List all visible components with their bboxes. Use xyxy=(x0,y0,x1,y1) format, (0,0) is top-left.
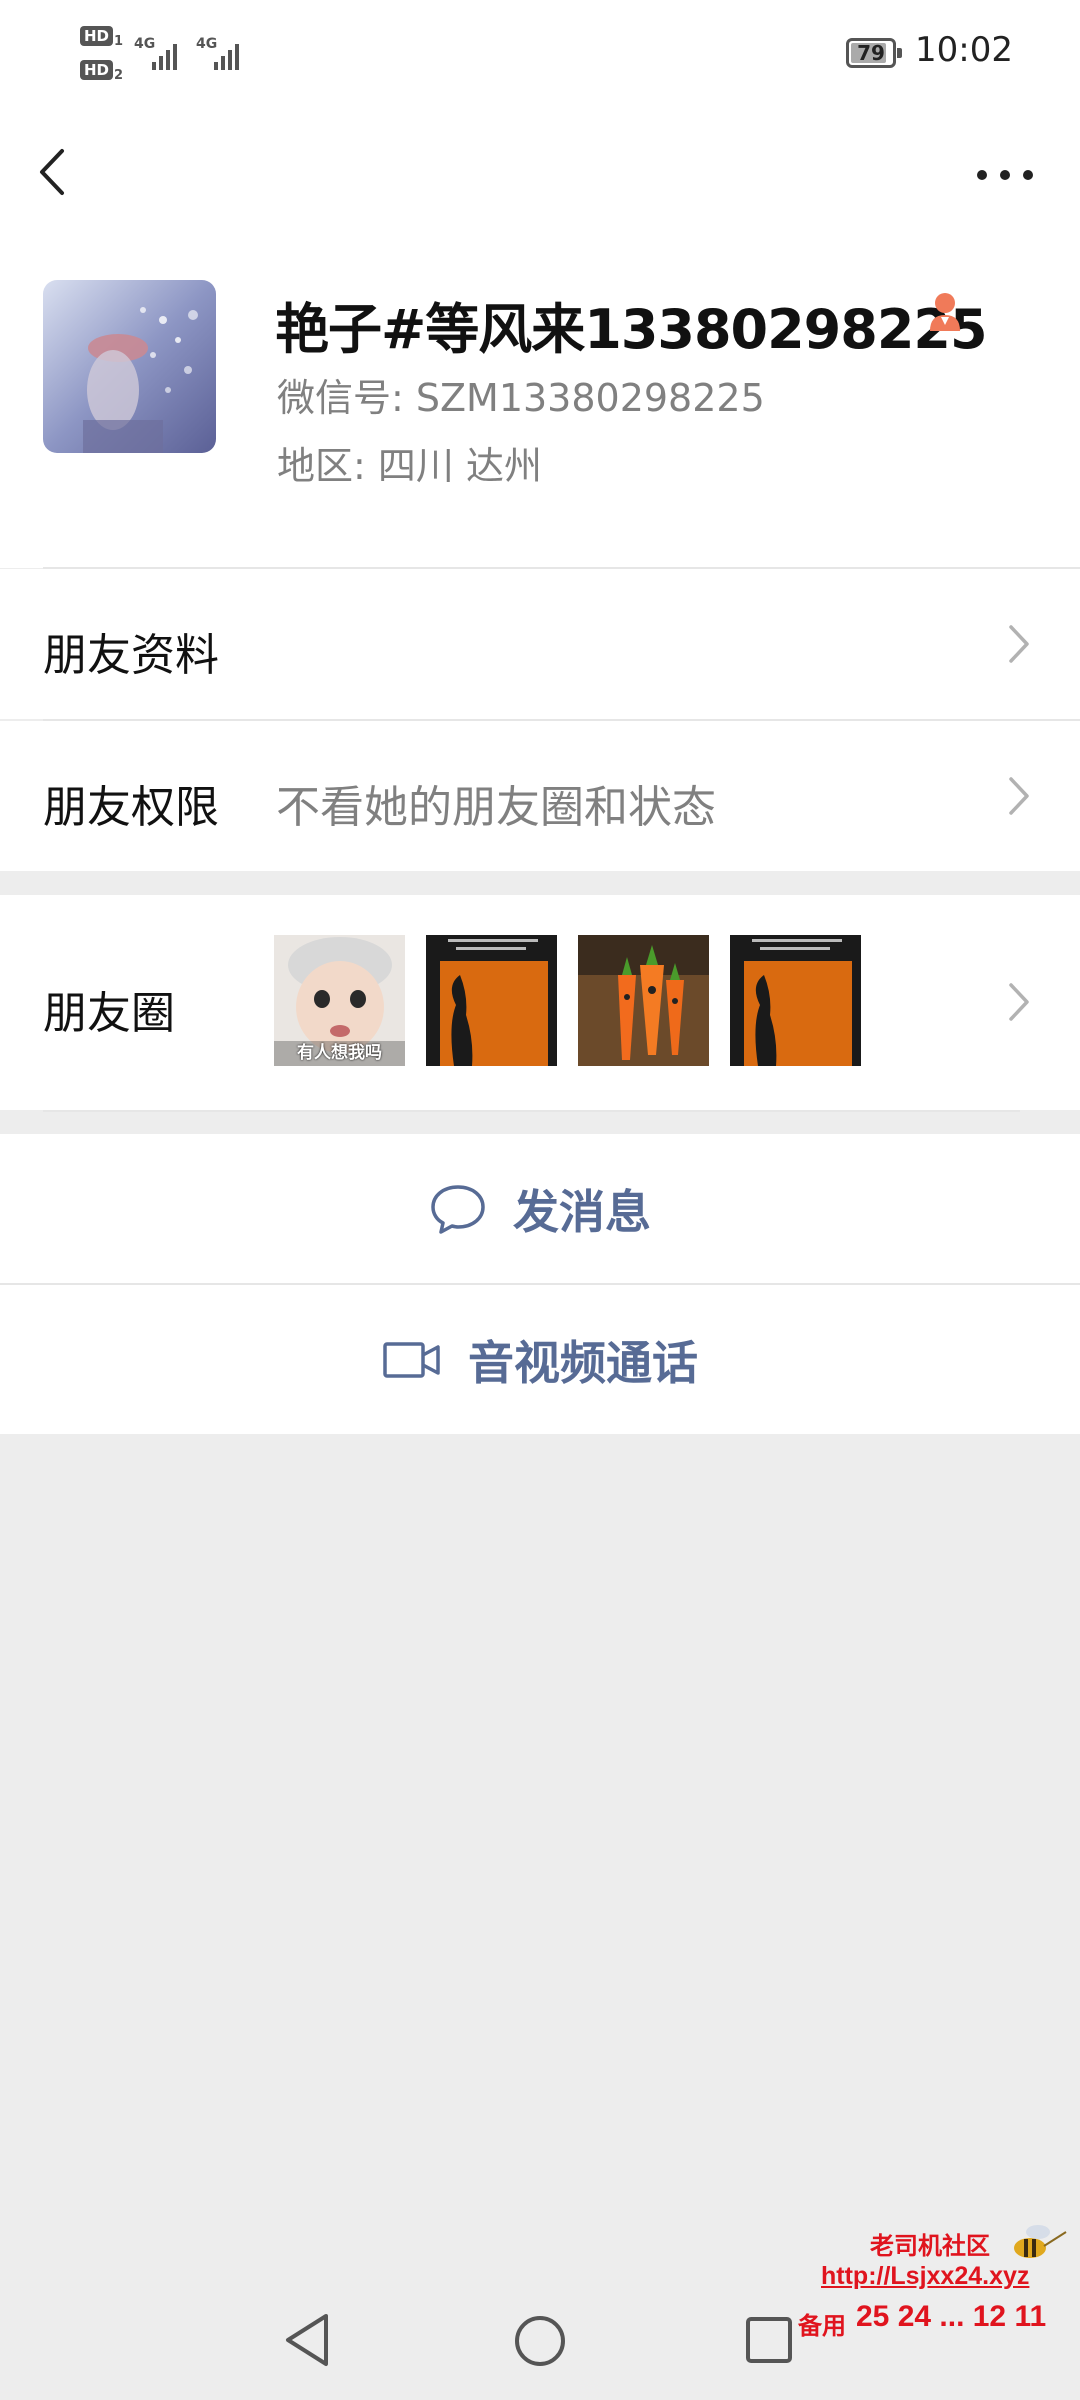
avatar-image xyxy=(43,280,216,453)
row-label: 朋友资料 xyxy=(43,630,219,681)
wechat-id: 微信号: SZM13380298225 xyxy=(277,376,765,420)
nav-back-button[interactable] xyxy=(282,2312,332,2368)
silhouette-photo xyxy=(730,935,861,1066)
nav-home-button[interactable] xyxy=(512,2313,568,2369)
chevron-right-icon xyxy=(1009,777,1029,815)
nav-recents-button[interactable] xyxy=(744,2315,794,2365)
moments-thumbnail: 有人想我吗 xyxy=(274,935,405,1066)
battery-tip xyxy=(897,48,902,58)
silhouette-photo xyxy=(426,935,557,1066)
chevron-right-icon xyxy=(1009,625,1029,663)
permissions-value: 不看她的朋友圈和状态 xyxy=(276,782,716,833)
top-nav-bar xyxy=(0,110,1080,235)
row-label: 朋友权限 xyxy=(43,782,219,833)
row-label: 朋友圈 xyxy=(43,988,175,1039)
more-dots-icon xyxy=(977,170,1033,180)
moments-thumbnail xyxy=(426,935,557,1066)
chevron-left-icon xyxy=(40,149,64,195)
display-name: 艳子#等风来13380298225 xyxy=(275,298,988,361)
thumbnail-caption: 有人想我吗 xyxy=(297,1043,382,1063)
sim2-hd-badge: HD xyxy=(80,60,114,80)
sim1-number: 1 xyxy=(114,34,124,49)
battery-icon: 79 xyxy=(846,38,902,68)
more-button[interactable] xyxy=(970,150,1040,200)
send-message-button[interactable]: 发消息 xyxy=(0,1134,1080,1283)
clock: 10:02 xyxy=(915,30,1013,70)
back-button[interactable] xyxy=(30,145,80,200)
carrot-toys-photo xyxy=(578,935,709,1066)
battery-level: 79 xyxy=(857,41,885,65)
send-message-label: 发消息 xyxy=(513,1184,651,1239)
signal-icon xyxy=(152,42,177,70)
profile-header: 艳子#等风来13380298225 微信号: SZM13380298225 地区… xyxy=(0,235,1080,568)
sim2-number: 2 xyxy=(114,68,124,83)
signal-icon xyxy=(214,42,239,70)
moments-thumbnail xyxy=(730,935,861,1066)
bee-icon xyxy=(1014,2225,1067,2258)
video-camera-icon xyxy=(383,1341,440,1378)
chevron-right-icon xyxy=(1009,983,1029,1021)
moments-thumbnail xyxy=(578,935,709,1066)
sim1-hd-badge: HD xyxy=(80,26,114,46)
row-friend-info[interactable]: 朋友资料 xyxy=(0,569,1080,719)
chat-bubble-icon xyxy=(431,1184,485,1234)
divider xyxy=(43,1110,1020,1112)
video-call-button[interactable]: 音视频通话 xyxy=(0,1285,1080,1434)
female-icon xyxy=(930,293,960,331)
row-permissions[interactable]: 朋友权限 不看她的朋友圈和状态 xyxy=(0,721,1080,871)
system-nav-bar xyxy=(0,2280,1080,2400)
region: 地区: 四川 达州 xyxy=(277,444,542,488)
watermark-title: 老司机社区 xyxy=(870,2233,990,2260)
avatar[interactable] xyxy=(43,280,216,453)
status-bar: HD 1 HD 2 4G 4G 79 10:02 xyxy=(0,0,1080,110)
video-call-label: 音视频通话 xyxy=(468,1335,698,1390)
